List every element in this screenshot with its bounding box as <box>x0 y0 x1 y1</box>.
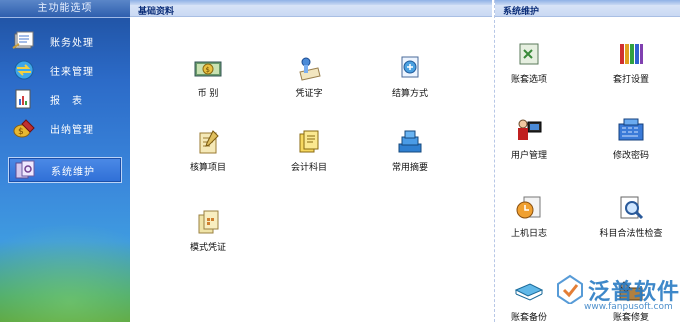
log-icon <box>516 196 541 219</box>
ledger-icon <box>12 31 34 49</box>
panel-header: 基础资料 <box>130 0 492 17</box>
tile-template-voucher[interactable]: 模式凭证 <box>168 208 248 253</box>
sidebar-item-maintenance[interactable]: 系统维护 <box>8 157 122 183</box>
tile-account-options[interactable]: 账套选项 <box>489 40 569 85</box>
sidebar-item-label: 系统维护 <box>51 166 95 178</box>
maintenance-icon <box>15 160 35 179</box>
tile-print-settings[interactable]: 套打设置 <box>591 40 671 85</box>
sidebar-item-report[interactable]: 报 表 <box>12 87 122 111</box>
tile-label: 币 别 <box>197 89 219 99</box>
tile-settlement[interactable]: 结算方式 <box>370 54 450 99</box>
tile-label: 账套选项 <box>510 75 547 85</box>
panel-title: 系统维护 <box>503 7 540 17</box>
change-password-icon <box>618 118 644 141</box>
settlement-icon <box>401 56 419 78</box>
brand-logo-icon <box>557 274 583 304</box>
user-management-icon <box>518 119 542 140</box>
watermark: 泛普软件 www.fanpusoft.com <box>548 272 680 322</box>
common-summary-icon <box>398 130 422 153</box>
tile-account-subject[interactable]: 会计科目 <box>269 128 349 173</box>
sidebar: 主功能选项 账务处理 往来管理 报 表 $ 出纳管理 系统维护 <box>0 0 130 322</box>
sidebar-item-ledger[interactable]: 账务处理 <box>12 29 122 53</box>
tile-currency[interactable]: $ 币 别 <box>168 54 248 99</box>
subject-check-icon <box>620 196 644 220</box>
svg-text:$: $ <box>206 66 210 74</box>
tile-label: 结算方式 <box>391 89 428 99</box>
tile-subject-check[interactable]: 科目合法性检查 <box>591 194 671 239</box>
tile-label: 核算项目 <box>189 163 226 173</box>
tile-label: 常用摘要 <box>391 163 428 173</box>
report-icon <box>15 89 31 109</box>
basic-data-panel: 基础资料 $ 币 别 凭证字 结算方式 核算项目 会计科目 常用摘要 模式凭证 <box>130 0 492 322</box>
template-voucher-icon <box>198 210 219 234</box>
sidebar-item-label: 报 表 <box>50 95 83 107</box>
sidebar-item-label: 往来管理 <box>50 66 94 78</box>
accounting-item-icon <box>199 130 219 154</box>
tile-accounting-item[interactable]: 核算项目 <box>168 128 248 173</box>
tile-label: 科目合法性检查 <box>599 229 663 239</box>
tile-label: 模式凭证 <box>189 243 226 253</box>
sidebar-item-cashier[interactable]: $ 出纳管理 <box>12 116 122 140</box>
svg-text:$: $ <box>18 127 24 137</box>
tile-label: 修改密码 <box>612 151 649 161</box>
panel-header: 系统维护 <box>495 0 680 17</box>
tile-voucher-word[interactable]: 凭证字 <box>269 54 349 99</box>
currency-icon: $ <box>194 61 222 77</box>
tile-label: 凭证字 <box>295 89 323 99</box>
panel-title: 基础资料 <box>138 7 175 17</box>
exchange-icon <box>14 60 34 80</box>
print-settings-icon <box>620 44 643 64</box>
tile-label: 套打设置 <box>612 75 649 85</box>
account-subject-icon <box>299 130 319 153</box>
tile-common-summary[interactable]: 常用摘要 <box>370 128 450 173</box>
account-options-icon <box>519 43 539 65</box>
tile-user-management[interactable]: 用户管理 <box>489 116 569 161</box>
tile-change-password[interactable]: 修改密码 <box>591 116 671 161</box>
sidebar-item-exchange[interactable]: 往来管理 <box>12 58 122 82</box>
tile-label: 用户管理 <box>510 151 547 161</box>
sidebar-item-label: 出纳管理 <box>50 124 94 136</box>
tile-label: 会计科目 <box>290 163 327 173</box>
watermark-url: www.fanpusoft.com <box>584 302 673 312</box>
cashier-icon: $ <box>13 119 35 138</box>
voucher-word-icon <box>299 57 321 81</box>
tile-label: 上机日志 <box>510 229 547 239</box>
backup-icon <box>514 283 544 301</box>
sidebar-title: 主功能选项 <box>0 0 130 18</box>
tile-log[interactable]: 上机日志 <box>489 194 569 239</box>
sidebar-item-label: 账务处理 <box>50 37 94 49</box>
